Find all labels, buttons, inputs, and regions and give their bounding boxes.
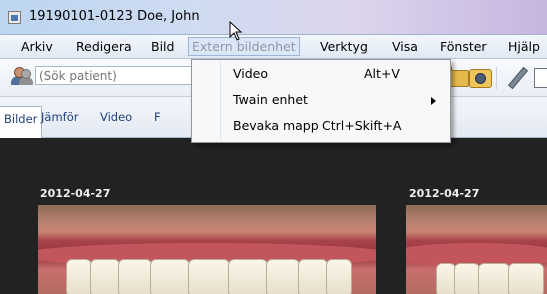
menu-bild[interactable]: Bild	[148, 38, 177, 56]
extern-bildenhet-dropdown: Video Alt+V Twain enhet Bevaka mapp Ctrl…	[191, 59, 451, 143]
app-icon[interactable]	[8, 11, 21, 24]
menu-fonster[interactable]: Fönster	[437, 38, 490, 56]
image-date-label: 2012-04-27	[40, 187, 111, 200]
menu-item-shortcut: Ctrl+Skift+A	[322, 118, 402, 133]
image-gallery: 2012-04-27 2012-04-27	[0, 138, 547, 294]
menu-item-twain-enhet[interactable]: Twain enhet	[194, 89, 448, 111]
tab-video[interactable]: Video	[96, 107, 136, 127]
menu-arkiv[interactable]: Arkiv	[18, 38, 56, 56]
menu-verktyg[interactable]: Verktyg	[317, 38, 371, 56]
tab-jamfor[interactable]: Jämför	[37, 107, 82, 127]
document-icon[interactable]	[534, 66, 547, 88]
window-titlebar: 19190101-0123 Doe, John	[0, 0, 547, 35]
pen-icon[interactable]	[506, 66, 529, 90]
camera-icon[interactable]	[469, 66, 492, 88]
menu-item-video[interactable]: Video Alt+V	[194, 63, 448, 85]
toolbar-separator	[496, 67, 497, 89]
menu-item-bevaka-mapp[interactable]: Bevaka mapp Ctrl+Skift+A	[194, 115, 448, 137]
dental-photo-thumbnail[interactable]	[406, 205, 547, 294]
image-date-label: 2012-04-27	[409, 187, 480, 200]
menu-item-label: Video	[233, 66, 269, 81]
menu-redigera[interactable]: Redigera	[73, 38, 135, 56]
tab-f[interactable]: F	[150, 107, 165, 127]
window-title: 19190101-0123 Doe, John	[29, 9, 200, 24]
menu-visa[interactable]: Visa	[389, 38, 421, 56]
menu-hjalp[interactable]: Hjälp	[505, 38, 543, 56]
mouse-cursor-icon	[229, 21, 243, 41]
menu-item-shortcut: Alt+V	[364, 66, 400, 81]
patient-icon[interactable]	[11, 67, 33, 85]
submenu-arrow-icon	[431, 97, 436, 105]
menubar: Arkiv Redigera Bild Extern bildenhet Ver…	[0, 35, 547, 59]
menu-extern-bildenhet[interactable]: Extern bildenhet	[188, 37, 300, 56]
dental-photo-thumbnail[interactable]	[38, 205, 376, 294]
menu-item-label: Twain enhet	[233, 92, 308, 107]
menu-item-label: Bevaka mapp	[233, 118, 319, 133]
